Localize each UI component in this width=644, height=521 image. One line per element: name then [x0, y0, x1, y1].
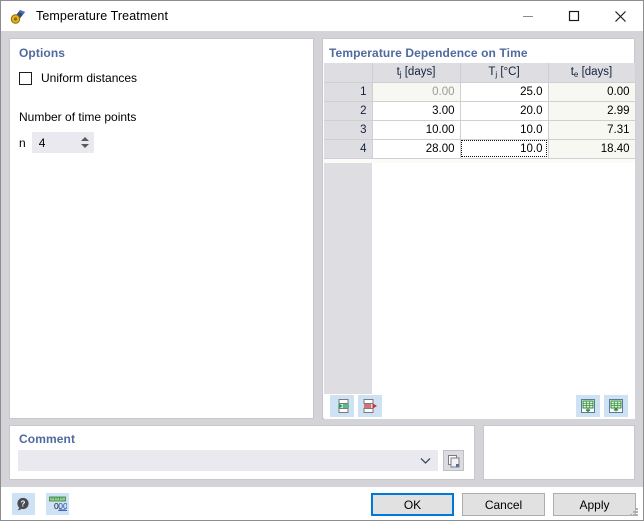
stepper-up-icon[interactable] [80, 137, 89, 141]
number-of-time-points-input[interactable]: 4 [33, 136, 77, 150]
column-header-te: te [days] [548, 63, 636, 83]
cell-tj[interactable]: 28.00 [372, 139, 461, 159]
row-index: 2 [324, 101, 373, 121]
comment-row [18, 450, 464, 471]
temperature-table-title: Temperature Dependence on Time [329, 46, 528, 60]
grid-empty-right [372, 163, 635, 417]
svg-text:00: 00 [58, 501, 67, 511]
n-prefix-label: n [19, 135, 26, 150]
row-index: 3 [324, 120, 373, 140]
ok-button[interactable]: OK [371, 493, 454, 516]
decimal-places-icon[interactable]: 0, 00 [46, 493, 69, 515]
minimize-icon[interactable] [505, 1, 551, 31]
temperature-treatment-dialog: Temperature Treatment Options Uniform di… [0, 0, 644, 521]
cell-Tj[interactable]: 25.0 [460, 82, 549, 102]
help-icon[interactable]: ? [12, 493, 35, 515]
table-row[interactable]: 4 28.00 10.0 18.40 [324, 139, 636, 159]
uniform-distances-checkbox[interactable]: Uniform distances [19, 71, 137, 85]
copy-icon [447, 454, 459, 467]
cell-te: 18.40 [548, 139, 636, 159]
temperature-treatment-icon [9, 6, 29, 26]
dialog-footer: ? 0, 00 OK Cancel Apply [1, 486, 643, 520]
table-toolbar [324, 394, 635, 419]
svg-text:?: ? [21, 499, 26, 508]
table-row[interactable]: 3 10.00 10.0 7.31 [324, 120, 636, 140]
cell-te: 0.00 [548, 82, 636, 102]
number-of-time-points-label: Number of time points [19, 110, 137, 124]
copy-comment-button[interactable] [443, 450, 464, 471]
temperature-table-panel: Temperature Dependence on Time tj [days]… [322, 38, 636, 419]
checkbox-box[interactable] [19, 71, 32, 85]
chevron-down-icon[interactable] [420, 457, 431, 465]
cell-Tj[interactable]: 10.0 [460, 120, 549, 140]
export-excel-icon[interactable] [604, 395, 628, 417]
temperature-table[interactable]: tj [days] Tj [°C] te [days] 1 0.00 25.0 … [324, 63, 636, 159]
table-row[interactable]: 2 3.00 20.0 2.99 [324, 101, 636, 121]
cell-Tj[interactable]: 20.0 [460, 101, 549, 121]
column-header-tj: tj [days] [372, 63, 461, 83]
apply-button[interactable]: Apply [553, 493, 636, 516]
comment-panel-title: Comment [19, 432, 76, 446]
cell-tj[interactable]: 10.00 [372, 120, 461, 140]
stepper-down-icon[interactable] [80, 144, 89, 148]
delete-row-icon[interactable] [358, 395, 382, 417]
table-row[interactable]: 1 0.00 25.0 0.00 [324, 82, 636, 102]
import-excel-icon[interactable] [576, 395, 600, 417]
stepper-arrows[interactable] [77, 132, 93, 153]
options-panel: Options Uniform distances Number of time… [9, 38, 314, 419]
comment-combobox[interactable] [18, 450, 438, 471]
maximize-icon[interactable] [551, 1, 597, 31]
cancel-button[interactable]: Cancel [462, 493, 545, 516]
number-of-time-points-stepper[interactable]: 4 [31, 132, 94, 153]
close-icon[interactable] [597, 1, 643, 31]
options-panel-title: Options [19, 46, 66, 60]
table-header-row: tj [days] Tj [°C] te [days] [324, 63, 636, 83]
cell-te: 7.31 [548, 120, 636, 140]
uniform-distances-label: Uniform distances [41, 71, 138, 85]
dialog-body: Options Uniform distances Number of time… [1, 31, 643, 520]
row-index: 4 [324, 139, 373, 159]
column-header-Tj: Tj [°C] [460, 63, 549, 83]
preview-panel [483, 425, 635, 480]
number-of-time-points-row: n 4 [19, 132, 94, 153]
cell-te: 2.99 [548, 101, 636, 121]
column-header-index [324, 63, 373, 83]
cell-tj[interactable]: 3.00 [372, 101, 461, 121]
resize-grip-icon[interactable] [628, 506, 640, 518]
cell-tj: 0.00 [372, 82, 461, 102]
comment-panel: Comment [9, 425, 475, 480]
temperature-table-grid[interactable]: tj [days] Tj [°C] te [days] 1 0.00 25.0 … [324, 63, 636, 417]
insert-row-icon[interactable] [330, 395, 354, 417]
cell-Tj[interactable]: 10.0 [460, 139, 549, 159]
row-index: 1 [324, 82, 373, 102]
title-bar: Temperature Treatment [1, 1, 643, 31]
window-title: Temperature Treatment [36, 9, 169, 23]
